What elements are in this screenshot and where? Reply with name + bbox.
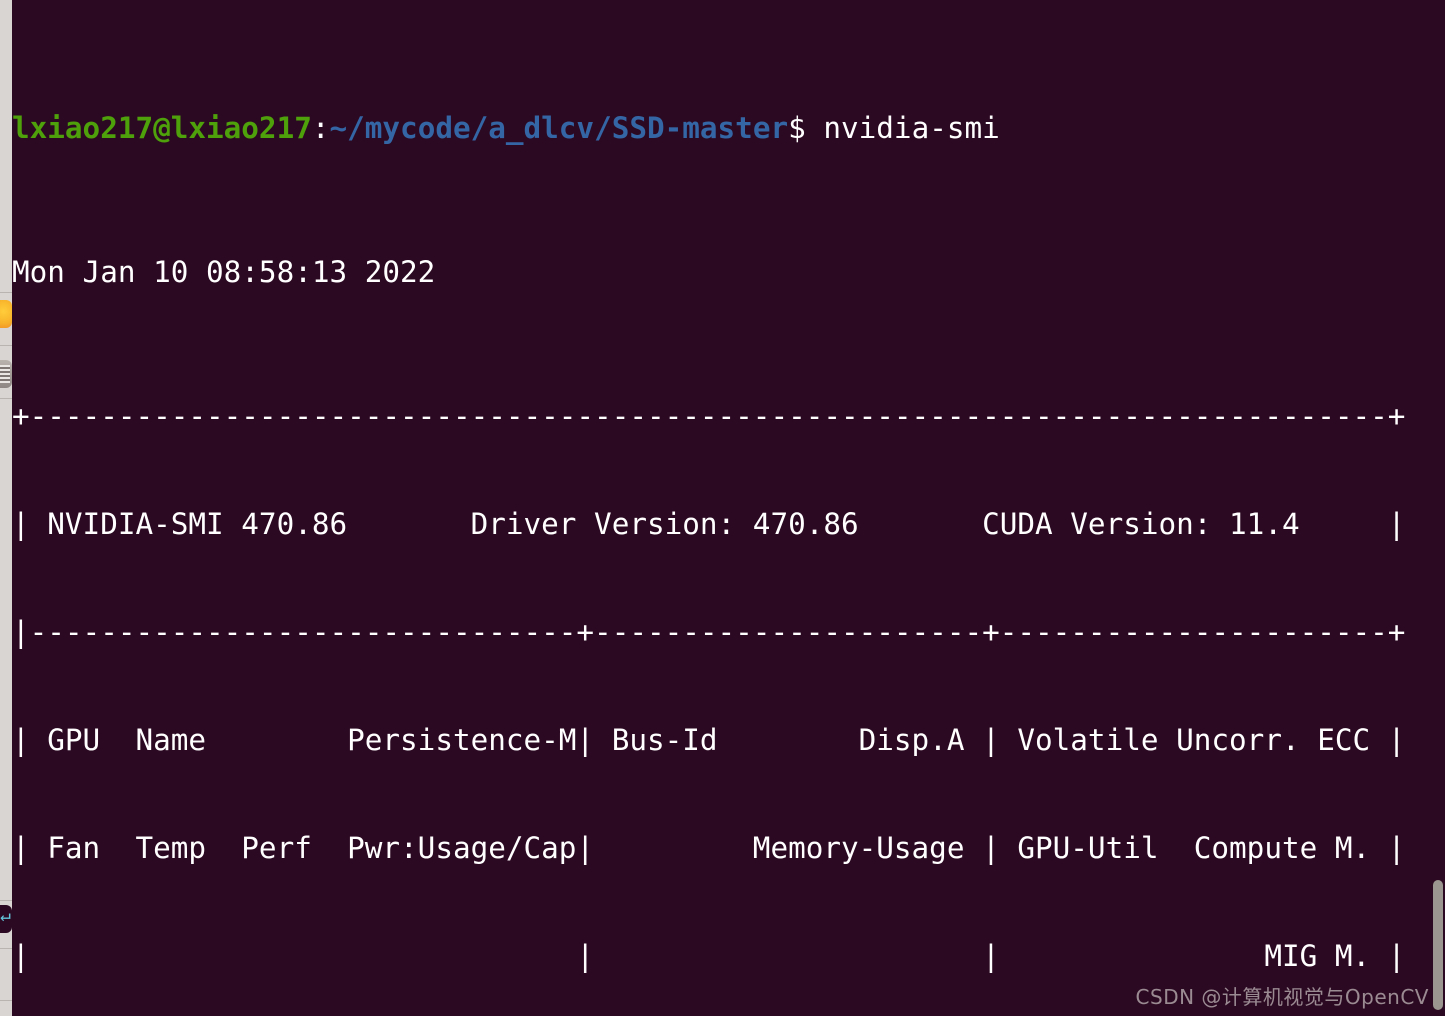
launcher-strip[interactable] xyxy=(0,0,12,1016)
scrollbar-thumb[interactable] xyxy=(1433,880,1443,1010)
output-line: | NVIDIA-SMI 470.86 Driver Version: 470.… xyxy=(12,507,1406,541)
terminal-command: nvidia-smi xyxy=(823,111,1000,145)
output-line: | Fan Temp Perf Pwr:Usage/Cap| Memory-Us… xyxy=(12,831,1406,865)
terminal-window[interactable]: lxiao217@lxiao217:~/mycode/a_dlcv/SSD-ma… xyxy=(12,0,1445,1016)
files-icon[interactable] xyxy=(0,360,12,388)
prompt-user-host: lxiao217@lxiao217 xyxy=(12,111,312,145)
desktop-background: lxiao217@lxiao217:~/mycode/a_dlcv/SSD-ma… xyxy=(0,0,1445,1016)
prompt-line: lxiao217@lxiao217:~/mycode/a_dlcv/SSD-ma… xyxy=(12,110,1445,146)
prompt-sigil: $ xyxy=(788,111,824,145)
terminal-screen[interactable]: lxiao217@lxiao217:~/mycode/a_dlcv/SSD-ma… xyxy=(12,2,1445,1016)
output-line: | | | MIG M. | xyxy=(12,939,1406,973)
prompt-path: ~/mycode/a_dlcv/SSD-master xyxy=(329,111,789,145)
terminal-icon[interactable] xyxy=(0,905,12,933)
output-line: | GPU Name Persistence-M| Bus-Id Disp.A … xyxy=(12,723,1406,757)
timestamp-line: Mon Jan 10 08:58:13 2022 xyxy=(12,255,436,289)
firefox-icon[interactable] xyxy=(0,300,12,328)
output-line: +---------------------------------------… xyxy=(12,399,1406,433)
output-line: |-------------------------------+-------… xyxy=(12,615,1406,649)
terminal-scrollbar[interactable] xyxy=(1431,0,1445,1016)
prompt-separator: : xyxy=(311,111,330,145)
